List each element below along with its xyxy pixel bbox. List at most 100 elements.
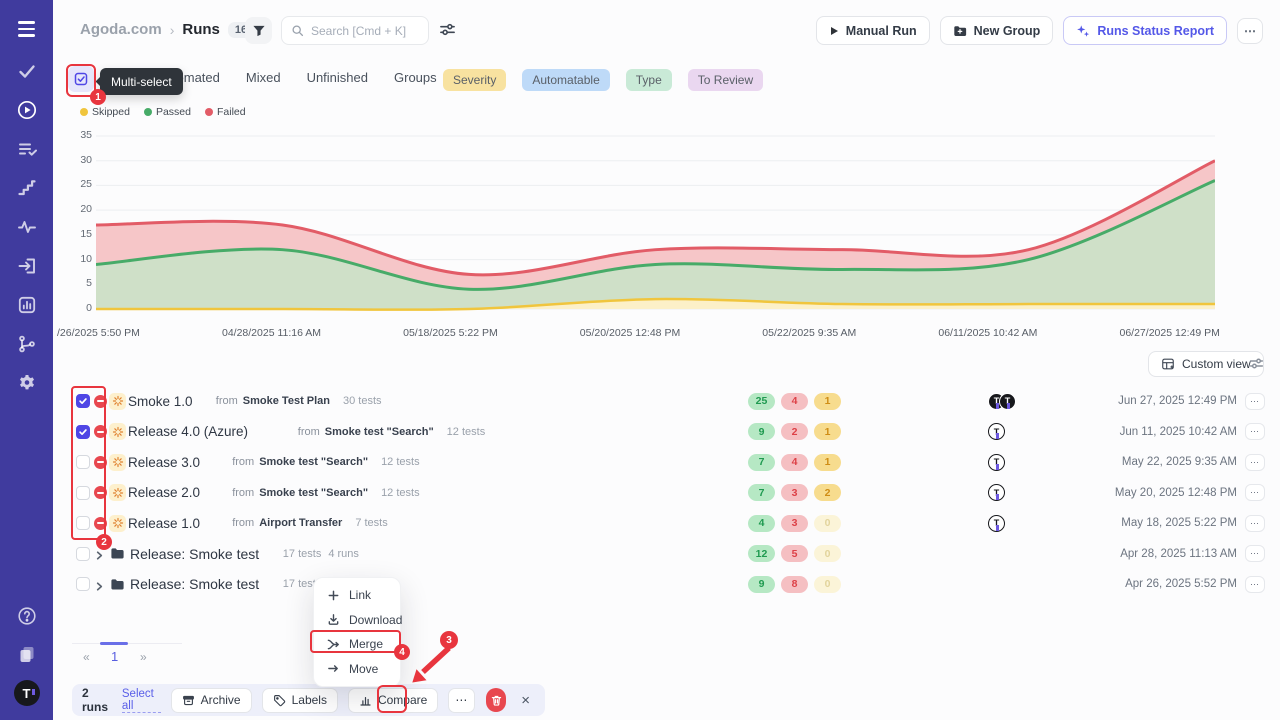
workspace-logo[interactable]: T [14,680,40,706]
context-menu-item-link[interactable]: Link [314,583,400,608]
group-more-button[interactable]: ⋯ [1245,576,1265,593]
stop-run-icon[interactable] [94,395,107,408]
avatar[interactable]: T [988,454,1005,471]
context-menu-item-merge[interactable]: Merge [314,632,400,657]
pagination-next[interactable]: » [140,650,147,664]
attribute-badge-to-review[interactable]: To Review [688,69,763,91]
runs-chart [96,135,1215,311]
docs-icon[interactable] [17,644,37,664]
breadcrumb-project[interactable]: Agoda.com [80,21,162,38]
runs-play-icon[interactable] [17,100,37,120]
legend-label: Skipped [92,106,130,118]
new-group-button[interactable]: New Group [940,16,1054,45]
run-name[interactable]: Release 4.0 (Azure) [128,424,248,439]
context-menu-item-move[interactable]: Move [314,657,400,682]
attribute-badge-severity[interactable]: Severity [443,69,506,91]
run-more-button[interactable]: ⋯ [1245,393,1265,410]
selection-button-label: Archive [201,693,241,707]
compare-button[interactable]: Compare [348,688,438,713]
view-settings-icon[interactable] [1249,356,1264,371]
run-name[interactable]: Release 3.0 [128,455,200,470]
selection-more-button[interactable]: ⋯ [448,688,475,713]
filter-button[interactable] [245,17,272,44]
pagination-page-1[interactable]: 1 [111,649,118,664]
import-icon[interactable] [17,256,37,276]
test-plans-icon[interactable] [17,139,37,159]
run-more-button[interactable]: ⋯ [1245,423,1265,440]
reports-icon[interactable] [17,295,37,315]
stop-run-icon[interactable] [94,456,107,469]
folder-icon [110,546,125,561]
runs-status-report-button[interactable]: Runs Status Report [1063,16,1227,45]
selection-close-button[interactable]: × [516,692,535,709]
milestones-stairs-icon[interactable] [17,178,37,198]
analytics-pulse-icon[interactable] [17,217,37,237]
multi-select-button[interactable] [68,66,94,92]
menu-icon[interactable] [18,21,35,37]
search-settings-icon[interactable] [439,21,456,38]
avatar[interactable]: T [988,515,1005,532]
context-menu: Link Download MergeMove [313,577,401,687]
run-source[interactable]: Smoke Test Plan [243,395,330,407]
run-source[interactable]: Smoke test "Search" [259,487,368,499]
run-checkbox[interactable] [76,486,90,500]
group-checkbox[interactable] [76,577,90,591]
group-name[interactable]: Release: Smoke test [130,546,259,562]
funnel-icon [252,24,266,38]
labels-button[interactable]: Labels [262,688,338,713]
header-more-button[interactable]: ⋯ [1237,18,1263,44]
group-more-button[interactable]: ⋯ [1245,545,1265,562]
settings-gear-icon[interactable] [17,373,37,393]
help-icon[interactable] [17,606,37,626]
attribute-badge-type[interactable]: Type [626,69,672,91]
avatar[interactable]: T [988,423,1005,440]
run-from-label: from [232,487,254,499]
archive-button[interactable]: Archive [171,688,252,713]
run-source[interactable]: Smoke test "Search" [259,456,368,468]
attribute-badge-automatable[interactable]: Automatable [522,69,609,91]
stop-run-icon[interactable] [94,486,107,499]
x-tick-label: 04/28/2025 11:16 AM [222,327,321,339]
run-checkbox[interactable] [76,394,90,408]
run-checkbox[interactable] [76,425,90,439]
run-date: Jun 11, 2025 10:42 AM [1120,426,1237,438]
custom-view-button[interactable]: Custom view [1148,351,1264,377]
tests-check-icon[interactable] [17,61,37,81]
context-menu-label: Download [349,613,402,627]
search-input[interactable] [311,24,419,38]
manual-run-button[interactable]: Manual Run [816,16,930,45]
chevron-right-icon[interactable] [94,579,105,590]
selection-count: 2 runs [82,686,112,714]
group-name[interactable]: Release: Smoke test [130,576,259,592]
run-more-button[interactable]: ⋯ [1245,515,1265,532]
y-tick-label: 30 [63,154,92,166]
select-all-link[interactable]: Select all [122,688,161,713]
run-source[interactable]: Smoke test "Search" [325,426,434,438]
run-more-button[interactable]: ⋯ [1245,484,1265,501]
run-name[interactable]: Release 1.0 [128,516,200,531]
tab-unfinished[interactable]: Unfinished [307,70,368,85]
auto-run-icon [109,484,126,501]
stop-run-icon[interactable] [94,425,107,438]
run-checkbox[interactable] [76,516,90,530]
run-source[interactable]: Airport Transfer [259,517,342,529]
run-name[interactable]: Smoke 1.0 [128,394,193,409]
run-more-button[interactable]: ⋯ [1245,454,1265,471]
chevron-right-icon[interactable] [94,548,105,559]
group-checkbox[interactable] [76,547,90,561]
context-menu-item-download[interactable]: Download [314,608,400,633]
pagination-prev[interactable]: « [83,650,90,664]
run-checkbox[interactable] [76,455,90,469]
delete-button[interactable] [486,688,506,712]
skipped-badge: 1 [814,454,841,471]
avatar[interactable]: T [999,393,1016,410]
stop-run-icon[interactable] [94,517,107,530]
tab-mixed[interactable]: Mixed [246,70,281,85]
failed-badge: 3 [781,484,808,501]
skipped-badge: 0 [814,515,841,532]
avatar[interactable]: T [988,484,1005,501]
branches-icon[interactable] [17,334,37,354]
passed-badge: 25 [748,393,775,410]
run-name[interactable]: Release 2.0 [128,485,200,500]
tab-groups[interactable]: Groups [394,70,437,85]
